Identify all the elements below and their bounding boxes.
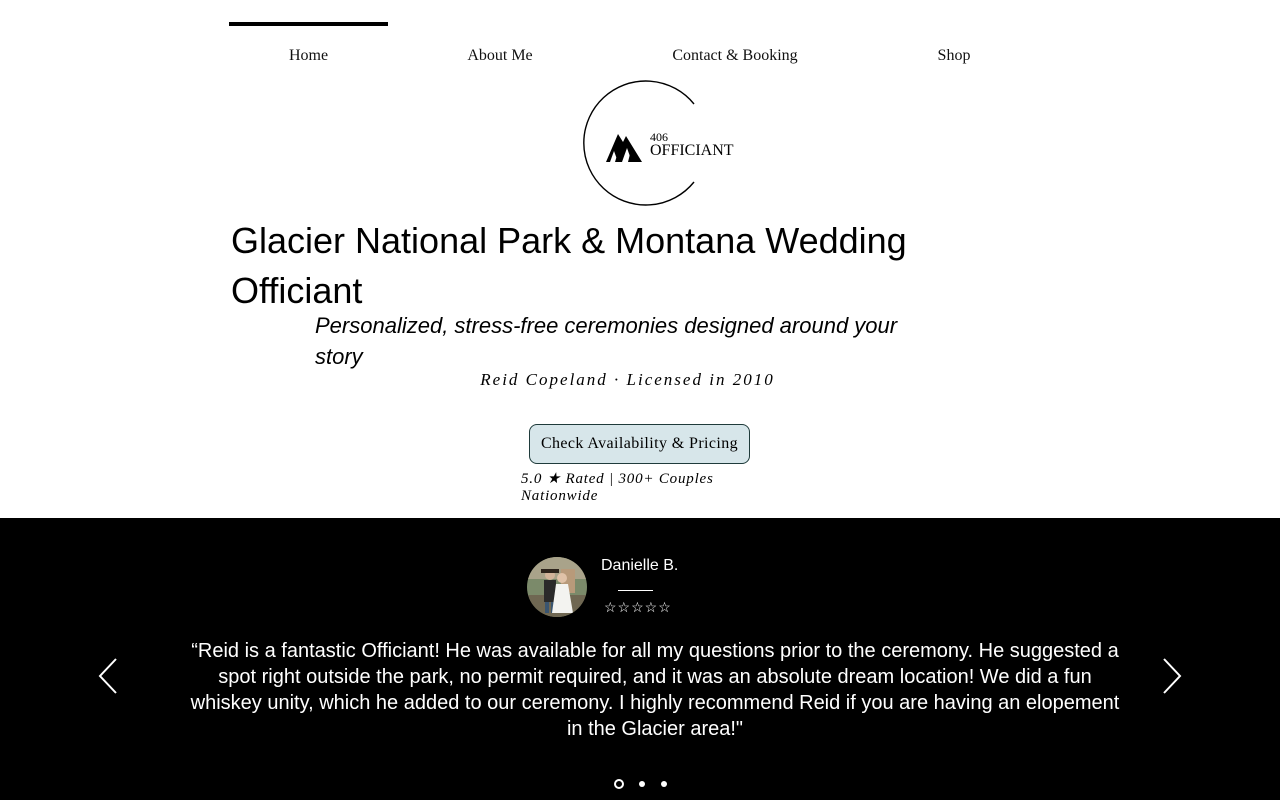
logo-word: OFFICIANT <box>650 142 734 159</box>
officiant-byline: Reid Copeland · Licensed in 2010 <box>480 370 775 389</box>
nav-shop-label: Shop <box>937 47 971 64</box>
couple-photo-icon <box>527 557 587 617</box>
slide-pagination <box>612 779 674 791</box>
nav-home[interactable]: Home <box>229 22 388 82</box>
next-review-button[interactable] <box>1160 656 1184 696</box>
reviewer-divider <box>618 590 653 591</box>
subheadline: Personalized, stress-free ceremonies des… <box>315 313 898 369</box>
main-nav: Home About Me Contact & Booking Shop <box>229 22 1019 82</box>
testimonial-slider: Danielle B. ☆☆☆☆☆ “Reid is a fantastic O… <box>0 518 1280 800</box>
slide-dot-1[interactable] <box>614 779 624 789</box>
slide-dot-2[interactable] <box>639 781 645 787</box>
chevron-right-icon <box>1163 658 1182 694</box>
avatar <box>527 557 587 617</box>
slide-dot-3[interactable] <box>661 781 667 787</box>
nav-shop[interactable]: Shop <box>919 22 989 82</box>
testimonial-quote: “Reid is a fantastic Officiant! He was a… <box>190 640 1120 740</box>
check-availability-button[interactable]: Check Availability & Pricing <box>529 424 750 464</box>
chevron-left-icon <box>98 658 117 694</box>
page-title: Glacier National Park & Montana Wedding … <box>231 220 907 311</box>
star-rating: ☆☆☆☆☆ <box>604 601 672 616</box>
mountain-trees-icon <box>606 134 642 162</box>
logo-graphic: 406 OFFICIANT <box>583 80 734 206</box>
reviewer-name: Danielle B. <box>601 557 679 574</box>
nav-contact-booking-label: Contact & Booking <box>672 47 798 64</box>
nav-contact-booking[interactable]: Contact & Booking <box>657 22 813 82</box>
nav-about-me[interactable]: About Me <box>425 22 575 82</box>
previous-review-button[interactable] <box>96 656 120 696</box>
logo[interactable]: 406 OFFICIANT <box>570 78 734 208</box>
rating-text: 5.0 ★ Rated | 300+ Couples Nationwide <box>521 471 714 504</box>
nav-home-label: Home <box>288 47 329 64</box>
nav-about-me-label: About Me <box>467 47 533 64</box>
